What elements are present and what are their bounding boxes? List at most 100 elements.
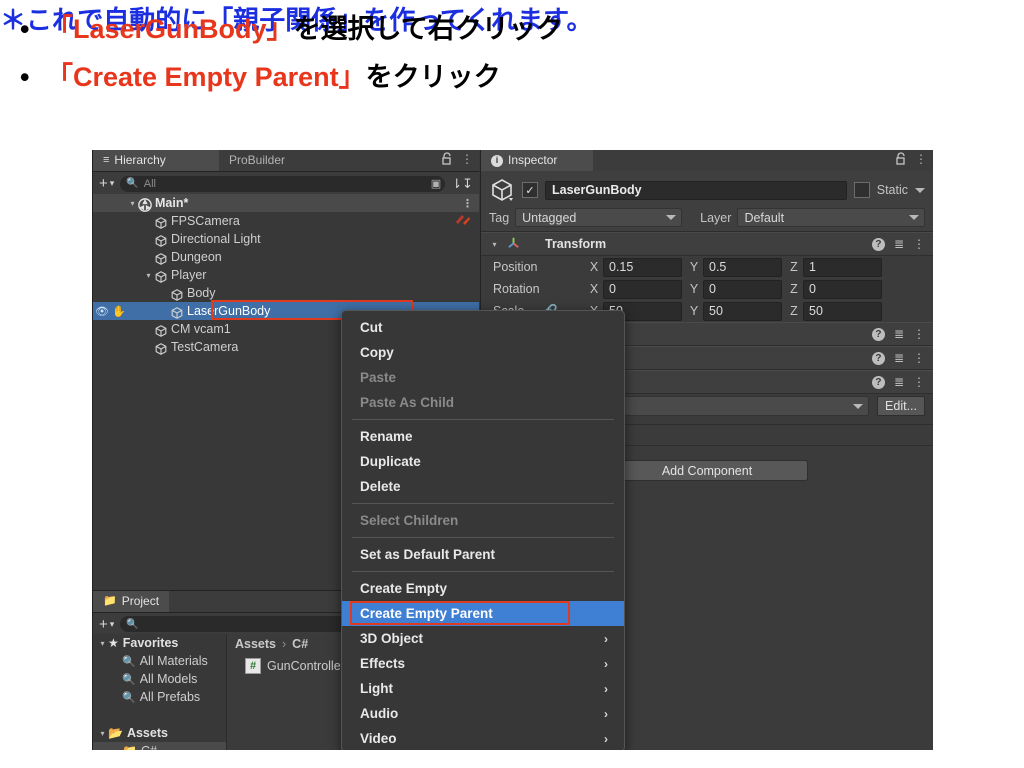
preset-icon[interactable]: ≣ [894, 327, 904, 341]
rotation-y-field[interactable]: 0 [703, 279, 782, 299]
menu-item-effects[interactable]: Effects › [342, 651, 624, 676]
scale-y-field[interactable]: 50 [703, 301, 782, 321]
kebab-menu-icon[interactable]: ⋮ [915, 153, 927, 165]
lock-open-icon[interactable] [896, 152, 907, 165]
help-icon[interactable]: ? [871, 351, 885, 365]
lock-open-icon[interactable] [442, 152, 453, 165]
kebab-menu-icon[interactable]: ⋮ [913, 238, 925, 250]
help-icon[interactable]: ? [871, 327, 885, 341]
search-icon: 🔍 [126, 178, 139, 189]
menu-item-cut[interactable]: Cut [342, 315, 624, 340]
chevron-down-icon[interactable]: ▾ [97, 729, 108, 738]
help-icon[interactable]: ? [871, 375, 885, 389]
position-y-field[interactable]: 0.5 [703, 257, 782, 277]
hierarchy-item-dungeon[interactable]: Dungeon [93, 248, 479, 266]
sort-icon[interactable]: ⇂↧ [449, 176, 475, 192]
hierarchy-item-directional-light[interactable]: Directional Light [93, 230, 479, 248]
static-checkbox[interactable] [853, 182, 870, 198]
rotation-z-field[interactable]: 0 [803, 279, 882, 299]
menu-separator [352, 537, 614, 538]
menu-item-label: Copy [360, 345, 394, 360]
hierarchy-search-placeholder: All [143, 177, 156, 190]
tag-layer-row: Tag Untagged Layer Default [481, 203, 933, 227]
kebab-menu-icon[interactable]: ⋮ [913, 352, 925, 364]
help-icon[interactable]: ? [871, 237, 885, 251]
transform-component-header[interactable]: ▾ Transform ? ≣ ⋮ [481, 232, 933, 256]
project-tree-item-all-prefabs[interactable]: 🔍 All Prefabs [93, 688, 226, 706]
rotation-x-field[interactable]: 0 [603, 279, 682, 299]
project-tree-item-assets[interactable]: ▾ 📂 Assets [93, 724, 226, 742]
tag-dropdown[interactable]: Untagged [515, 208, 683, 227]
hand-icon[interactable]: ✋ [112, 305, 126, 318]
hierarchy-item-fpscamera[interactable]: FPSCamera [93, 212, 479, 230]
menu-item-label: Delete [360, 479, 401, 494]
project-create-button[interactable]: + ▾ [97, 616, 116, 633]
menu-item-create-empty-parent[interactable]: Create Empty Parent [342, 601, 624, 626]
breadcrumb-root[interactable]: Assets [235, 637, 276, 651]
position-x-field[interactable]: 0.15 [603, 257, 682, 277]
create-object-button[interactable]: + ▾ [97, 175, 116, 192]
bullet-dot-2: • [20, 62, 30, 92]
gameobject-cube-icon [154, 216, 168, 230]
menu-item-label: Select Children [360, 513, 459, 528]
menu-item-audio[interactable]: Audio › [342, 701, 624, 726]
filter-icon[interactable]: ▣ [431, 177, 441, 190]
project-tree-item-favorites[interactable]: ▾ ★ Favorites [93, 634, 226, 652]
axis-label-z: Z [790, 282, 798, 296]
gameobject-cube-icon [154, 234, 168, 248]
menu-item-copy[interactable]: Copy [342, 340, 624, 365]
tab-project[interactable]: 📁 Project [93, 591, 170, 612]
menu-item-create-empty[interactable]: Create Empty [342, 576, 624, 601]
kebab-menu-icon[interactable]: ⋮ [462, 197, 473, 210]
kebab-menu-icon[interactable]: ⋮ [461, 153, 473, 165]
chevron-down-icon[interactable]: ▾ [489, 240, 500, 249]
transform-title: Transform [545, 237, 607, 251]
tab-hierarchy[interactable]: ≡ Hierarchy [93, 150, 219, 171]
kebab-menu-icon[interactable]: ⋮ [913, 376, 925, 388]
layer-dropdown[interactable]: Default [737, 208, 925, 227]
project-tree-item-c-[interactable]: 📁 C# [93, 742, 226, 750]
menu-item-set-as-default-parent[interactable]: Set as Default Parent [342, 542, 624, 567]
hierarchy-item-player[interactable]: ▾ Player [93, 266, 479, 284]
menu-item-duplicate[interactable]: Duplicate [342, 449, 624, 474]
project-tree-item-all-models[interactable]: 🔍 All Models [93, 670, 226, 688]
chevron-down-icon[interactable]: ▾ [127, 199, 138, 208]
scale-z-field[interactable]: 50 [803, 301, 882, 321]
menu-item-3d-object[interactable]: 3D Object › [342, 626, 624, 651]
breadcrumb-leaf[interactable]: C# [292, 637, 308, 651]
position-z-field[interactable]: 1 [803, 257, 882, 277]
axis-label-y: Y [689, 260, 699, 274]
slide-text-block: • 「LaserGunBody」を選択して右クリック • 「Create Empty… [0, 0, 1024, 91]
hierarchy-search-input[interactable]: 🔍 All ▣ [120, 175, 446, 192]
chevron-down-icon[interactable]: ▾ [143, 271, 154, 280]
kebab-menu-icon[interactable]: ⋮ [913, 328, 925, 340]
add-component-button[interactable]: Add Component [606, 460, 808, 481]
chevron-down-icon: ▾ [109, 178, 115, 188]
chevron-down-icon[interactable] [915, 187, 925, 193]
gameobject-name-field[interactable]: LaserGunBody [545, 180, 847, 200]
gameobject-cube-icon [154, 324, 168, 338]
preset-icon[interactable]: ≣ [894, 237, 904, 251]
context-menu-items: Cut Copy Paste Paste As Child Rename Duplicat… [342, 311, 624, 750]
check-icon: ✓ [525, 184, 535, 197]
menu-item-delete[interactable]: Delete [342, 474, 624, 499]
menu-item-rename[interactable]: Rename [342, 424, 624, 449]
preset-icon[interactable]: ≣ [894, 375, 904, 389]
menu-item-label: Light [360, 681, 393, 696]
gameobject-enabled-checkbox[interactable]: ✓ [522, 182, 538, 198]
bullet-2-rest: をクリック [365, 62, 501, 92]
axis-label-z: Z [790, 260, 798, 274]
eye-icon[interactable]: 👁 [95, 305, 109, 318]
tab-inspector[interactable]: i Inspector [481, 150, 593, 171]
visibility-toggles[interactable]: 👁 ✋ [95, 305, 126, 318]
project-tree-item-all-materials[interactable]: 🔍 All Materials [93, 652, 226, 670]
edit-shader-button[interactable]: Edit... [877, 396, 925, 416]
hierarchy-scene-row[interactable]: ▾ Main* ⋮ [93, 194, 479, 212]
preset-icon[interactable]: ≣ [894, 351, 904, 365]
menu-item-video[interactable]: Video › [342, 726, 624, 750]
asset-label: GunController [267, 659, 345, 673]
menu-item-light[interactable]: Light › [342, 676, 624, 701]
tab-probuilder[interactable]: ProBuilder [219, 150, 296, 171]
hierarchy-item-body[interactable]: Body [93, 284, 479, 302]
chevron-down-icon[interactable]: ▾ [97, 639, 108, 648]
